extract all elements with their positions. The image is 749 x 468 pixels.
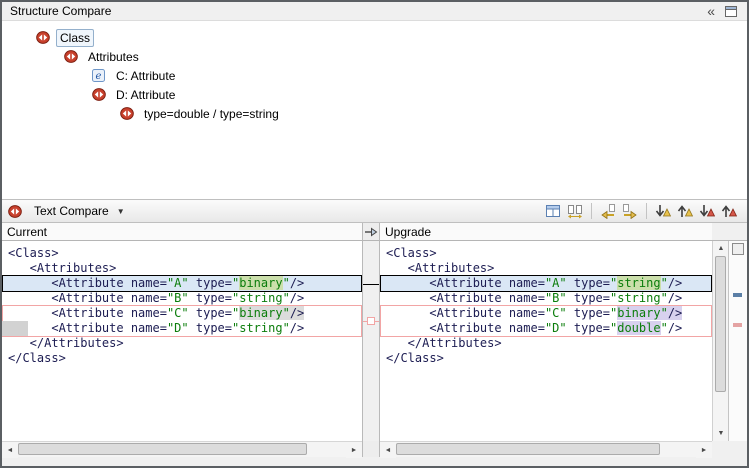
- change-icon: [120, 107, 134, 120]
- code-line: <Attribute name="B" type="string"/>: [2, 291, 362, 306]
- code-line: <Attribute name="C" type="binary"/>: [2, 306, 362, 321]
- overview-ruler-button[interactable]: [732, 243, 744, 255]
- toolbar-separator: [591, 203, 592, 219]
- copy-left-button[interactable]: [598, 202, 618, 220]
- structure-compare-header: Structure Compare «: [2, 2, 747, 21]
- diff-connector-line: [375, 321, 379, 322]
- hscroll-track[interactable]: [18, 442, 346, 457]
- copy-right-button[interactable]: [620, 202, 640, 220]
- tree-item[interactable]: D: Attribute: [2, 85, 747, 104]
- left-pane-title: Current: [7, 225, 47, 239]
- text-compare-toolbar: [543, 202, 739, 220]
- vscroll-track[interactable]: [713, 256, 728, 426]
- left-pane-body[interactable]: <Class> <Attributes> <Attribute name="A"…: [2, 241, 362, 441]
- tree-item-label: D: Attribute: [112, 86, 179, 104]
- overview-diff-mark[interactable]: [733, 293, 742, 297]
- scrollbar-gap: [362, 441, 380, 457]
- change-icon: [64, 50, 78, 63]
- left-pane-hscrollbar[interactable]: ◄ ►: [2, 441, 362, 457]
- change-icon: [92, 88, 106, 101]
- scroll-left-button[interactable]: ◄: [2, 442, 18, 458]
- diff-connector-box[interactable]: [367, 317, 375, 325]
- next-change-button[interactable]: [697, 202, 717, 220]
- left-pane-header: Current: [2, 223, 362, 241]
- scroll-right-button[interactable]: ►: [346, 442, 362, 458]
- code-line: <Attribute name="B" type="string"/>: [380, 291, 712, 306]
- merge-direction-indicator[interactable]: [362, 223, 380, 241]
- diff-gap-marker: [2, 321, 28, 336]
- code-line: <Attribute name="D" type="string"/>: [2, 321, 362, 336]
- right-pane-header: Upgrade: [380, 223, 712, 241]
- tree-item[interactable]: e C: Attribute: [2, 66, 747, 85]
- compare-editor-window: Structure Compare « ClassAttributes e C: A…: [0, 0, 749, 468]
- dropdown-caret-icon[interactable]: ▼: [117, 207, 125, 216]
- structure-compare-title: Structure Compare: [10, 4, 111, 18]
- tree-item[interactable]: Attributes: [2, 47, 747, 66]
- tree-item-label: Class: [56, 29, 94, 47]
- overview-ruler[interactable]: [728, 241, 747, 441]
- code-line: <Class>: [380, 246, 712, 261]
- scroll-up-button[interactable]: ▲: [713, 241, 729, 256]
- text-compare-header: Text Compare ▼: [2, 199, 747, 223]
- ancestor-pane-button[interactable]: [543, 202, 563, 220]
- collapse-icon[interactable]: «: [707, 5, 715, 17]
- code-line: </Attributes>: [380, 336, 712, 351]
- merge-arrow-icon: [364, 226, 378, 238]
- hscroll-thumb[interactable]: [396, 443, 660, 455]
- code-line: <Attribute name="A" type="string"/>: [380, 276, 712, 291]
- vscroll-thumb[interactable]: [715, 256, 726, 392]
- center-strip-body: [362, 241, 380, 441]
- prev-change-button[interactable]: [719, 202, 739, 220]
- code-line: </Attributes>: [2, 336, 362, 351]
- element-icon: e: [92, 69, 106, 82]
- hscrollbar-row: ◄ ► ◄ ►: [2, 441, 747, 457]
- tree-item-label: Attributes: [84, 48, 143, 66]
- tree-item[interactable]: Class: [2, 28, 747, 47]
- code-line: <Attributes>: [380, 261, 712, 276]
- tree-item-label: type=double / type=string: [140, 105, 283, 123]
- structure-compare-header-buttons: «: [707, 5, 737, 17]
- tree-item-label: C: Attribute: [112, 67, 179, 85]
- hscroll-thumb[interactable]: [18, 443, 307, 455]
- overview-diff-mark[interactable]: [733, 323, 742, 327]
- code-line: <Attribute name="C" type="binary"/>: [380, 306, 712, 321]
- code-line: </Class>: [2, 351, 362, 366]
- svg-text:e: e: [96, 71, 102, 82]
- structure-compare-tree: ClassAttributes e C: AttributeD: Attribute…: [2, 21, 747, 199]
- change-icon: [8, 205, 22, 218]
- right-pane-body[interactable]: <Class> <Attributes> <Attribute name="A"…: [380, 241, 712, 441]
- tree-item[interactable]: type=double / type=string: [2, 104, 747, 123]
- scroll-down-button[interactable]: ▼: [713, 426, 729, 441]
- text-compare-title: Text Compare: [34, 204, 109, 218]
- right-pane-title: Upgrade: [385, 225, 431, 239]
- header-corner: [712, 223, 747, 241]
- code-line: <Class>: [2, 246, 362, 261]
- right-pane-vscrollbar[interactable]: ▲ ▼: [712, 241, 728, 441]
- code-line: <Attributes>: [2, 261, 362, 276]
- swap-panes-button[interactable]: [565, 202, 585, 220]
- scroll-right-button[interactable]: ►: [696, 442, 712, 458]
- code-line: </Class>: [380, 351, 712, 366]
- toolbar-separator: [646, 203, 647, 219]
- compare-body: <Class> <Attributes> <Attribute name="A"…: [2, 241, 747, 441]
- scrollbar-corner: [712, 441, 747, 457]
- code-line: <Attribute name="D" type="double"/>: [380, 321, 712, 336]
- diff-connector-line: [363, 284, 379, 285]
- scroll-left-button[interactable]: ◄: [380, 442, 396, 458]
- next-diff-button[interactable]: [653, 202, 673, 220]
- code-line: <Attribute name="A" type="binary"/>: [2, 276, 362, 291]
- right-pane-hscrollbar[interactable]: ◄ ►: [380, 441, 712, 457]
- change-icon: [36, 31, 50, 44]
- restore-pane-icon[interactable]: [725, 6, 737, 17]
- pane-headers: Current Upgrade: [2, 223, 747, 241]
- hscroll-track[interactable]: [396, 442, 696, 457]
- prev-diff-button[interactable]: [675, 202, 695, 220]
